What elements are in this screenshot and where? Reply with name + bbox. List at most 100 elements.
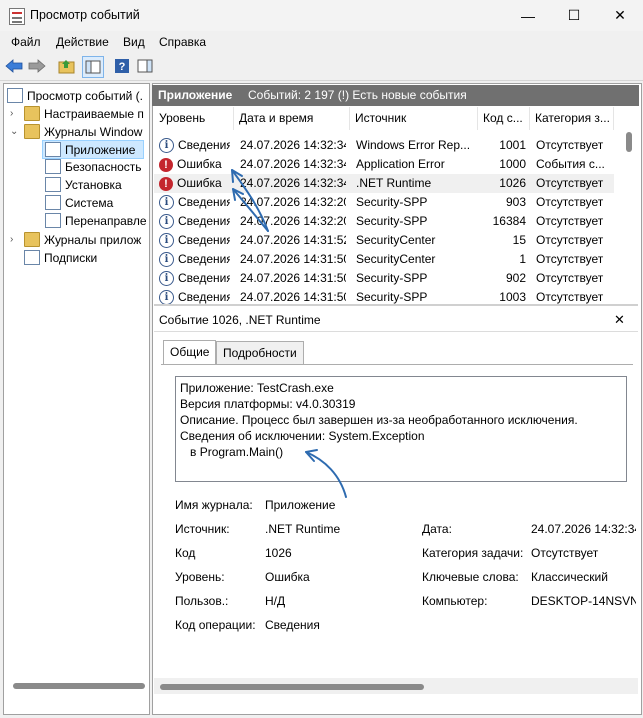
cell-category: Отсутствует [536, 233, 604, 247]
event-description-box[interactable]: Приложение: TestCrash.exe Версия платфор… [175, 376, 627, 482]
event-detail-header: Событие 1026, .NET Runtime ✕ [154, 309, 638, 332]
level-text: Сведения [178, 233, 230, 247]
events-scroll-thumb[interactable] [626, 132, 632, 152]
cell-datetime: 24.07.2026 14:32:34 [240, 138, 346, 152]
chevron-right-icon[interactable]: › [10, 108, 20, 119]
info-icon: i [159, 252, 174, 268]
close-button[interactable]: ✕ [597, 0, 643, 31]
tree-item-setup[interactable]: Установка [45, 176, 122, 193]
table-row[interactable]: ! Ошибка 24.07.2026 14:32:34 Application Er… [154, 155, 614, 174]
cell-level: i Сведения [159, 231, 230, 250]
pane-splitter[interactable] [154, 304, 638, 306]
tree-item-label: Настраиваемые п [44, 106, 144, 121]
toolbar: ? [0, 53, 643, 81]
table-row[interactable]: i Сведения 24.07.2026 14:31:52 SecurityCent… [154, 231, 614, 250]
cell-code: 15 [512, 233, 526, 247]
menu-file[interactable]: Файл [11, 35, 41, 49]
cell-category: Отсутствует [536, 176, 604, 190]
forward-button[interactable] [27, 56, 47, 76]
table-row[interactable]: i Сведения 24.07.2026 14:32:20 Security-SPP… [154, 193, 614, 212]
field-value-user: Н/Д [265, 594, 286, 608]
column-header-source[interactable]: Источник [350, 107, 478, 130]
cell-code: 902 [505, 271, 526, 285]
field-value-keywords: Классический [531, 570, 608, 584]
field-value-level: Ошибка [265, 570, 310, 584]
field-value-task: Отсутствует [531, 546, 599, 560]
cell-category: События с... [536, 157, 605, 171]
level-text: Ошибка [177, 157, 222, 171]
field-label-keywords: Ключевые слова: [422, 570, 519, 584]
tree-item-root[interactable]: Просмотр событий (. [7, 87, 143, 104]
cell-code: 1001 [499, 138, 526, 152]
field-value-log-name: Приложение [265, 498, 336, 512]
table-row[interactable]: i Сведения 24.07.2026 14:32:34 Windows Erro… [154, 136, 614, 155]
menu-action[interactable]: Действие [56, 35, 109, 49]
back-button[interactable] [4, 56, 24, 76]
menu-help[interactable]: Справка [159, 35, 206, 49]
maximize-button[interactable]: ☐ [551, 0, 597, 31]
cell-code: 1026 [499, 176, 526, 190]
tree-item-app-logs[interactable]: › Журналы прилож [10, 231, 141, 248]
up-folder-button[interactable] [57, 56, 77, 76]
close-detail-icon[interactable]: ✕ [614, 312, 625, 328]
tree-item-subscriptions[interactable]: Подписки [24, 249, 97, 266]
field-value-code: 1026 [265, 546, 292, 560]
folder-icon [24, 232, 40, 247]
tree-item-system[interactable]: Система [45, 194, 113, 211]
detail-scroll-thumb[interactable] [160, 684, 424, 690]
chevron-right-icon[interactable]: › [10, 234, 20, 245]
cell-code: 16384 [492, 214, 526, 228]
tree-item-label: Журналы прилож [44, 232, 142, 247]
tree-item-application[interactable]: Приложение [42, 140, 144, 159]
minimize-button[interactable]: — [505, 0, 551, 31]
cell-datetime: 24.07.2026 14:31:52 [240, 233, 346, 247]
tree-item-label: Система [65, 195, 114, 210]
help-icon: ? [115, 59, 129, 73]
field-label-log-name: Имя журнала: [175, 498, 253, 512]
tree-item-security[interactable]: Безопасность [45, 158, 142, 175]
tree-item-windows-logs[interactable]: ⌄ Журналы Window [10, 123, 142, 140]
tree-horizontal-scrollbar[interactable] [13, 683, 145, 689]
error-icon: ! [159, 176, 173, 191]
table-row[interactable]: ! Ошибка 24.07.2026 14:32:34 .NET Runtime 10… [154, 174, 614, 193]
table-row[interactable]: i Сведения 24.07.2026 14:31:50 Security-SPP… [154, 288, 614, 304]
column-header-level[interactable]: Уровень [154, 107, 234, 130]
help-button[interactable]: ? [112, 56, 132, 76]
tree-item-custom-views[interactable]: › Настраиваемые п [10, 105, 144, 122]
cell-datetime: 24.07.2026 14:32:34 [240, 157, 346, 171]
cell-datetime: 24.07.2026 14:31:50 [240, 252, 346, 266]
chevron-down-icon[interactable]: ⌄ [10, 126, 20, 137]
info-icon: i [159, 290, 174, 304]
folder-icon [24, 124, 40, 139]
tab-general[interactable]: Общие [163, 340, 217, 364]
action-pane-button[interactable] [135, 56, 155, 76]
field-value-date: 24.07.2026 14:32:34 [531, 522, 636, 536]
column-header-category[interactable]: Категория з... [530, 107, 614, 130]
level-text: Сведения [178, 138, 230, 152]
description-line: Сведения об исключении: System.Exception [180, 429, 425, 443]
table-row[interactable]: i Сведения 24.07.2026 14:31:50 Security-SPP… [154, 269, 614, 288]
cell-category: Отсутствует [536, 290, 604, 304]
tab-details[interactable]: Подробности [216, 341, 304, 364]
log-icon [45, 213, 61, 228]
level-text: Сведения [178, 195, 230, 209]
cell-datetime: 24.07.2026 14:31:50 [240, 290, 346, 304]
cell-level: i Сведения [159, 288, 230, 304]
cell-category: Отсутствует [536, 138, 604, 152]
log-icon [45, 142, 61, 157]
level-text: Сведения [178, 252, 230, 266]
tree-item-forwarded[interactable]: Перенаправле [45, 212, 147, 229]
tree-item-label: Журналы Window [44, 124, 143, 139]
table-row[interactable]: i Сведения 24.07.2026 14:31:50 SecurityCent… [154, 250, 614, 269]
cell-datetime: 24.07.2026 14:31:50 [240, 271, 346, 285]
cell-source: Security-SPP [356, 290, 428, 304]
column-header-code[interactable]: Код с... [478, 107, 530, 130]
menu-view[interactable]: Вид [123, 35, 145, 49]
log-header-title: Приложение [158, 88, 233, 102]
show-hide-tree-button[interactable] [82, 56, 104, 78]
info-icon: i [159, 138, 174, 154]
column-header-datetime[interactable]: Дата и время [234, 107, 350, 130]
cell-source: Application Error [356, 157, 445, 171]
cell-code: 1 [519, 252, 526, 266]
table-row[interactable]: i Сведения 24.07.2026 14:32:20 Security-SPP… [154, 212, 614, 231]
